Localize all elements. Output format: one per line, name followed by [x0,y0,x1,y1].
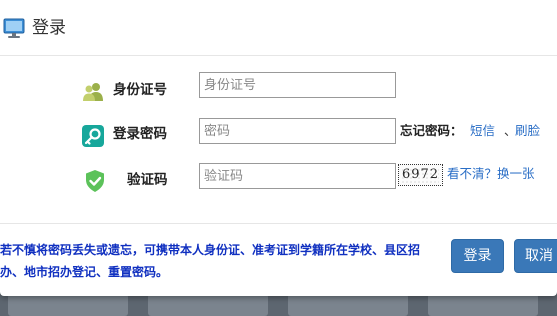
monitor-icon [2,16,26,40]
users-icon [81,79,105,103]
backdrop-tile [288,294,408,316]
id-number-input[interactable] [199,72,396,98]
password-label: 登录密码 [113,126,167,142]
forgot-password-label: 忘记密码： [400,123,463,138]
backdrop-tile [8,294,128,316]
footer-divider [0,223,557,224]
backdrop-tile [428,294,538,316]
id-number-label: 身份证号 [113,82,167,98]
backdrop-tile [148,294,268,316]
cancel-button[interactable]: 取消 [514,239,557,273]
password-recovery-notice: 若不慎将密码丢失或遗忘，可携带本人身份证、准考证到学籍所在学校、县区招办、地市招… [0,243,421,279]
password-input[interactable] [199,118,396,144]
captcha-image[interactable]: 6972 [398,164,443,186]
dialog-header: 登录 [0,0,557,56]
login-dialog: 登录 身份证号 登录密码 忘记密码： 短信 、 刷脸 验证码 6972 看不清？… [0,0,557,296]
captcha-label: 验证码 [127,172,168,188]
captcha-refresh-link[interactable]: 看不清？换一张 [447,165,535,183]
login-button[interactable]: 登录 [451,239,504,273]
shield-check-icon [83,169,107,193]
sms-reset-link[interactable]: 短信 [470,122,495,140]
captcha-input[interactable] [199,163,396,189]
key-icon [81,124,105,148]
dialog-title: 登录 [32,18,66,38]
face-reset-link[interactable]: 刷脸 [515,122,540,140]
